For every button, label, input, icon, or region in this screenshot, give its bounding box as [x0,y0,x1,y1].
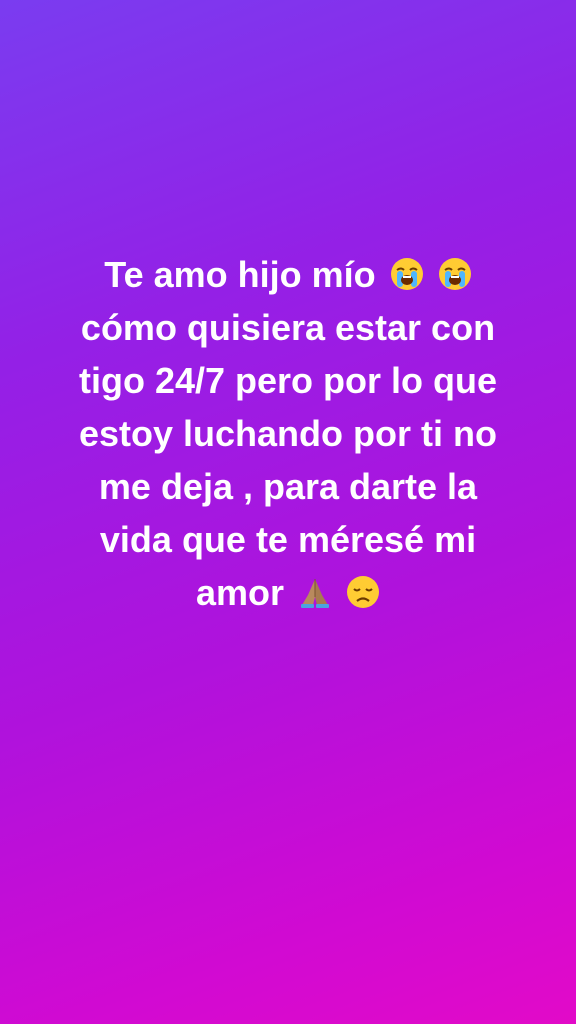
caption-line-2: cómo quisiera estar con [80,307,496,348]
story-canvas: Te amo hijo mío cómo quisiera estar con … [0,0,576,1024]
caption-line-1-text: Te amo hijo mío [104,254,376,295]
caption-line-6: vida que te méresé mi [99,519,477,560]
caption-line-4: estoy luchando por ti no [78,413,497,454]
loudly-crying-face-icon [438,257,472,291]
caption-line-5: me deja , para darte la [98,466,478,507]
story-caption: Te amo hijo mío cómo quisiera estar con … [40,248,536,619]
folded-hands-icon [298,575,332,609]
caption-line-3: tigo 24/7 pero por lo que [78,360,498,401]
caption-line-7-text: amor [195,572,284,613]
disappointed-face-icon [346,575,380,609]
caption-line-7: amor [40,566,536,619]
caption-line-1: Te amo hijo mío [40,248,536,301]
loudly-crying-face-icon [390,257,424,291]
